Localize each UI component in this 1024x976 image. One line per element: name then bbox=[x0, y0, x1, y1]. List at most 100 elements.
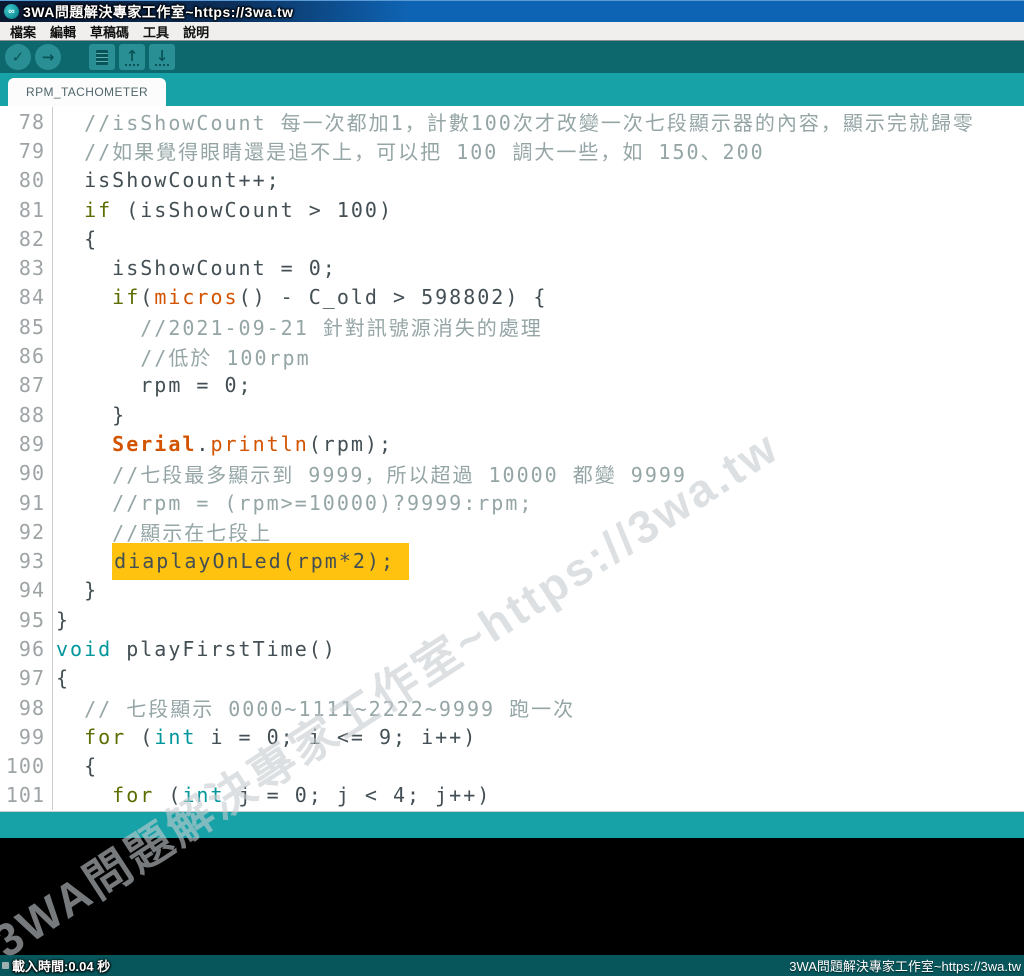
arrow-down-icon: ↓ bbox=[156, 49, 169, 63]
resize-grip-icon bbox=[2, 962, 9, 969]
upload-button[interactable]: → bbox=[35, 44, 61, 70]
code-text: //rpm = (rpm>=10000)?9999:rpm; bbox=[53, 491, 533, 515]
code-text: { bbox=[53, 754, 98, 778]
code-line[interactable]: 94 } bbox=[0, 576, 1024, 605]
arrow-up-icon: ↑ bbox=[126, 49, 139, 63]
line-number: 94 bbox=[0, 576, 53, 605]
code-line[interactable]: 84 if(micros() - C_old > 598802) { bbox=[0, 283, 1024, 312]
menu-item-sketch[interactable]: 草稿碼 bbox=[83, 22, 136, 41]
line-number: 97 bbox=[0, 664, 53, 693]
code-text: //顯示在七段上 bbox=[53, 517, 272, 546]
code-text: { bbox=[53, 666, 70, 690]
code-text: } bbox=[53, 578, 98, 602]
code-line[interactable]: 83 isShowCount = 0; bbox=[0, 253, 1024, 282]
line-number: 101 bbox=[0, 781, 53, 810]
code-line[interactable]: 88 } bbox=[0, 400, 1024, 429]
code-text: { bbox=[53, 227, 98, 251]
code-text: isShowCount++; bbox=[53, 168, 281, 192]
menu-item-file[interactable]: 檔案 bbox=[3, 22, 43, 41]
tab-rpm_tachometer[interactable]: RPM_TACHOMETER bbox=[8, 78, 166, 106]
verify-button[interactable]: ✓ bbox=[5, 44, 31, 70]
code-line[interactable]: 96void playFirstTime() bbox=[0, 634, 1024, 663]
status-left: 載入時間:0.04 秒 bbox=[2, 956, 110, 975]
line-number: 78 bbox=[0, 107, 53, 136]
line-number: 86 bbox=[0, 341, 53, 370]
code-line[interactable]: 99 for (int i = 0; i <= 9; i++) bbox=[0, 722, 1024, 751]
line-number: 92 bbox=[0, 517, 53, 546]
code-line[interactable]: 101 for (int j = 0; j < 4; j++) bbox=[0, 781, 1024, 810]
line-number: 79 bbox=[0, 136, 53, 165]
status-right-watermark: 3WA問題解決專家工作室~https://3wa.tw bbox=[789, 956, 1021, 975]
code-line[interactable]: 93 diaplayOnLed(rpm*2); bbox=[0, 546, 1024, 575]
tab-label: RPM_TACHOMETER bbox=[26, 85, 148, 99]
line-number: 98 bbox=[0, 693, 53, 722]
line-number: 89 bbox=[0, 429, 53, 458]
code-text: //如果覺得眼睛還是追不上，可以把 100 調大一些，如 150、200 bbox=[53, 136, 765, 165]
code-line[interactable]: 78 //isShowCount 每一次都加1，計數100次才改變一次七段顯示器… bbox=[0, 107, 1024, 136]
toolbar: ✓ → ↑ ↓ bbox=[0, 41, 1024, 73]
code-line[interactable]: 81 if (isShowCount > 100) bbox=[0, 195, 1024, 224]
line-number: 93 bbox=[0, 546, 53, 575]
code-text: diaplayOnLed(rpm*2); bbox=[53, 549, 409, 573]
arrow-right-icon: → bbox=[42, 50, 55, 64]
menu-bar: 檔案編輯草稿碼工具說明 bbox=[0, 22, 1024, 41]
open-button[interactable]: ↑ bbox=[119, 44, 145, 70]
line-number: 91 bbox=[0, 488, 53, 517]
arduino-logo-icon: ∞ bbox=[4, 4, 19, 19]
code-text: isShowCount = 0; bbox=[53, 256, 337, 280]
highlighted-code[interactable]: diaplayOnLed(rpm*2); bbox=[112, 543, 409, 580]
code-line[interactable]: 87 rpm = 0; bbox=[0, 371, 1024, 400]
code-text: } bbox=[53, 403, 126, 427]
code-text: //2021-09-21 針對訊號源消失的處理 bbox=[53, 312, 543, 341]
tab-bar: RPM_TACHOMETER bbox=[0, 73, 1024, 106]
window-title: 3WA問題解決專家工作室~https://3wa.tw bbox=[23, 2, 294, 22]
code-line[interactable]: 86 //低於 100rpm bbox=[0, 341, 1024, 370]
code-editor[interactable]: 78 //isShowCount 每一次都加1，計數100次才改變一次七段顯示器… bbox=[0, 106, 1024, 811]
code-line[interactable]: 92 //顯示在七段上 bbox=[0, 517, 1024, 546]
new-sketch-button[interactable] bbox=[89, 44, 115, 70]
code-line[interactable]: 85 //2021-09-21 針對訊號源消失的處理 bbox=[0, 312, 1024, 341]
code-line[interactable]: 79 //如果覺得眼睛還是追不上，可以把 100 調大一些，如 150、200 bbox=[0, 136, 1024, 165]
dotted-line-icon bbox=[155, 64, 169, 66]
code-text: void playFirstTime() bbox=[53, 637, 337, 661]
code-line[interactable]: 80 isShowCount++; bbox=[0, 166, 1024, 195]
menu-item-edit[interactable]: 編輯 bbox=[43, 22, 83, 41]
code-line[interactable]: 82 { bbox=[0, 224, 1024, 253]
line-number: 87 bbox=[0, 371, 53, 400]
code-text: //isShowCount 每一次都加1，計數100次才改變一次七段顯示器的內容… bbox=[53, 107, 975, 136]
line-number: 82 bbox=[0, 224, 53, 253]
code-line[interactable]: 95} bbox=[0, 605, 1024, 634]
status-strip bbox=[0, 811, 1024, 838]
line-number: 85 bbox=[0, 312, 53, 341]
code-line[interactable]: 89 Serial.println(rpm); bbox=[0, 429, 1024, 458]
code-line[interactable]: 98 // 七段顯示 0000~1111~2222~9999 跑一次 bbox=[0, 693, 1024, 722]
code-text: } bbox=[53, 608, 70, 632]
line-number: 90 bbox=[0, 459, 53, 488]
code-text: //七段最多顯示到 9999，所以超過 10000 都變 9999 bbox=[53, 459, 687, 488]
code-text: if(micros() - C_old > 598802) { bbox=[53, 285, 547, 309]
code-text: if (isShowCount > 100) bbox=[53, 198, 393, 222]
console-output bbox=[0, 838, 1024, 955]
line-number: 99 bbox=[0, 722, 53, 751]
line-number: 80 bbox=[0, 166, 53, 195]
load-time-text: 載入時間:0.04 秒 bbox=[12, 956, 110, 975]
line-number: 81 bbox=[0, 195, 53, 224]
check-icon: ✓ bbox=[12, 50, 25, 64]
save-button[interactable]: ↓ bbox=[149, 44, 175, 70]
code-text: //低於 100rpm bbox=[53, 342, 311, 371]
menu-item-tools[interactable]: 工具 bbox=[136, 22, 176, 41]
code-line[interactable]: 97{ bbox=[0, 664, 1024, 693]
line-number: 84 bbox=[0, 283, 53, 312]
code-line[interactable]: 91 //rpm = (rpm>=10000)?9999:rpm; bbox=[0, 488, 1024, 517]
code-text: for (int j = 0; j < 4; j++) bbox=[53, 783, 491, 807]
code-line[interactable]: 90 //七段最多顯示到 9999，所以超過 10000 都變 9999 bbox=[0, 459, 1024, 488]
line-number: 96 bbox=[0, 634, 53, 663]
code-text: for (int i = 0; i <= 9; i++) bbox=[53, 725, 477, 749]
title-bar: ∞ 3WA問題解決專家工作室~https://3wa.tw bbox=[0, 0, 1024, 22]
code-line[interactable]: 100 { bbox=[0, 752, 1024, 781]
menu-item-help[interactable]: 說明 bbox=[176, 22, 216, 41]
code-text: rpm = 0; bbox=[53, 373, 253, 397]
line-number: 83 bbox=[0, 253, 53, 282]
code-text: // 七段顯示 0000~1111~2222~9999 跑一次 bbox=[53, 693, 575, 722]
line-number: 95 bbox=[0, 605, 53, 634]
